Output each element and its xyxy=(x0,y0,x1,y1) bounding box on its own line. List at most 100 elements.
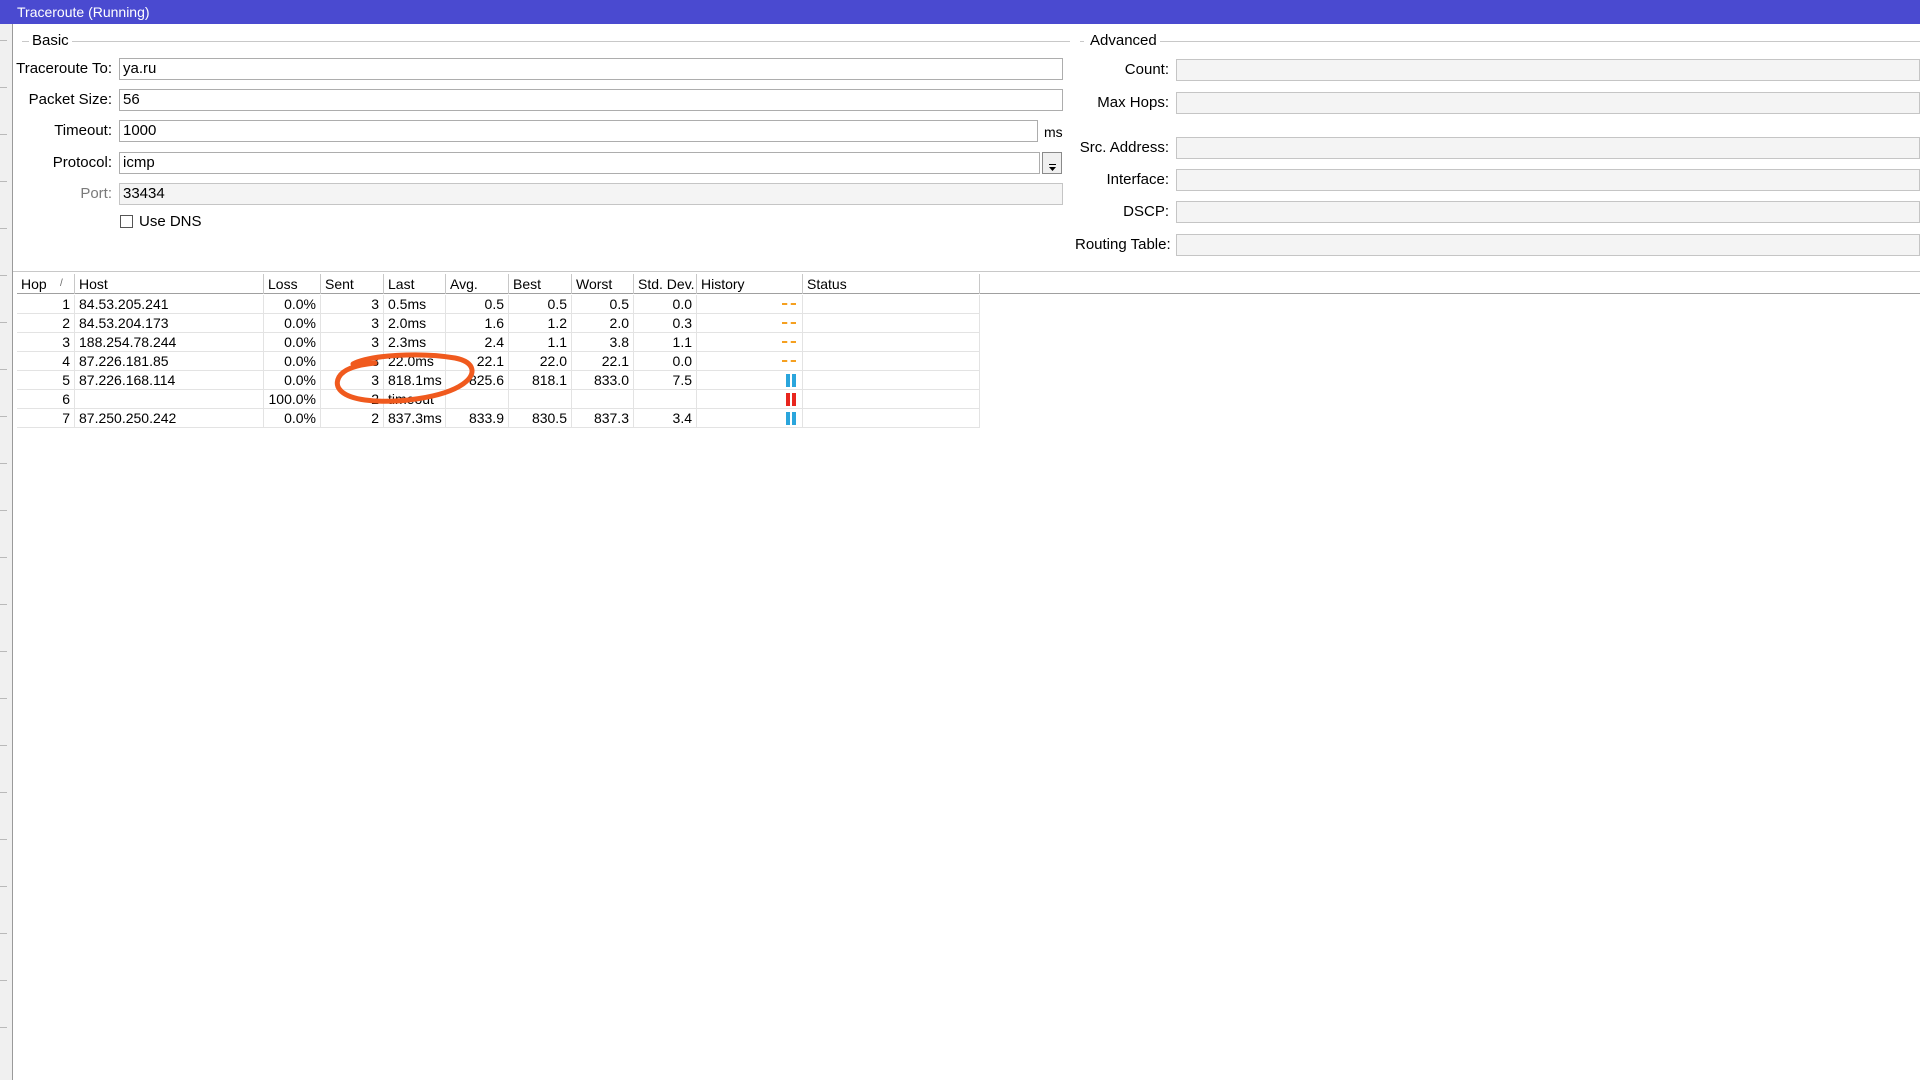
sort-indicator-icon: / xyxy=(60,278,63,289)
column-header-status[interactable]: Status xyxy=(803,274,980,294)
packet-size-input[interactable]: 56 xyxy=(119,89,1063,111)
table-row[interactable]: 3 188.254.78.244 0.0% 3 2.3ms 2.4 1.1 3.8 1.1 xyxy=(17,333,980,352)
window-title-bar: Traceroute (Running) xyxy=(0,0,1920,24)
cell-std-dev: 3.4 xyxy=(634,409,697,428)
cell-best: 1.1 xyxy=(509,333,572,352)
cell-status xyxy=(803,390,980,409)
protocol-dropdown-button[interactable] xyxy=(1042,152,1062,174)
timeout-label: Timeout: xyxy=(54,122,112,139)
routing-table-input[interactable] xyxy=(1176,234,1920,256)
strip-tick xyxy=(0,651,7,652)
cell-std-dev: 0.0 xyxy=(634,352,697,371)
strip-tick xyxy=(0,792,7,793)
cell-host: 188.254.78.244 xyxy=(75,333,264,352)
history-dash-mark xyxy=(782,303,796,305)
cell-host xyxy=(75,390,264,409)
history-bar-mark xyxy=(792,393,796,406)
table-row[interactable]: 6 100.0% 2 timeout xyxy=(17,390,980,409)
max-hops-input[interactable] xyxy=(1176,92,1920,114)
interface-input[interactable] xyxy=(1176,169,1920,191)
table-header: Hop / Host Loss Sent Last Avg. Best Wors… xyxy=(17,274,1920,294)
strip-tick xyxy=(0,87,7,88)
src-address-input[interactable] xyxy=(1176,137,1920,159)
dropdown-arrow-icon xyxy=(1048,159,1057,171)
table-row[interactable]: 1 84.53.205.241 0.0% 3 0.5ms 0.5 0.5 0.5 0.0 xyxy=(17,295,980,314)
cell-best: 818.1 xyxy=(509,371,572,390)
cell-hop: 5 xyxy=(17,371,75,390)
basic-group-line xyxy=(22,41,1070,42)
strip-tick xyxy=(0,510,7,511)
cell-worst: 0.5 xyxy=(572,295,634,314)
advanced-group-line-left xyxy=(1080,41,1084,42)
protocol-select[interactable]: icmp xyxy=(119,152,1040,174)
cell-avg: 833.9 xyxy=(446,409,509,428)
cell-sent: 3 xyxy=(321,314,384,333)
history-bar-mark xyxy=(786,374,790,387)
routing-table-label: Routing Table: xyxy=(1075,236,1171,253)
protocol-label: Protocol: xyxy=(52,154,112,171)
column-header-last[interactable]: Last xyxy=(384,274,446,294)
column-header-avg[interactable]: Avg. xyxy=(446,274,509,294)
cell-history xyxy=(697,333,803,352)
count-input[interactable] xyxy=(1176,59,1920,81)
history-dash-mark xyxy=(782,341,796,343)
cell-last: 0.5ms xyxy=(384,295,446,314)
column-header-history[interactable]: History xyxy=(697,274,803,294)
cell-status xyxy=(803,314,980,333)
cell-history xyxy=(697,390,803,409)
column-header-host[interactable]: Host xyxy=(75,274,264,294)
table-row[interactable]: 5 87.226.168.114 0.0% 3 818.1ms 825.6 818.1 833… xyxy=(17,371,980,390)
cell-host: 84.53.204.173 xyxy=(75,314,264,333)
cell-std-dev xyxy=(634,390,697,409)
strip-tick xyxy=(0,886,7,887)
cell-std-dev: 0.3 xyxy=(634,314,697,333)
cell-host: 87.226.181.85 xyxy=(75,352,264,371)
dscp-label: DSCP: xyxy=(1123,203,1169,220)
basic-group-label: Basic xyxy=(29,32,72,50)
strip-tick xyxy=(0,181,7,182)
interface-label: Interface: xyxy=(1106,171,1169,188)
left-edge-strip xyxy=(0,24,13,1080)
table-row[interactable]: 7 87.250.250.242 0.0% 2 837.3ms 833.9 830.5 837… xyxy=(17,409,980,428)
table-row[interactable]: 2 84.53.204.173 0.0% 3 2.0ms 1.6 1.2 2.0 0.3 xyxy=(17,314,980,333)
cell-hop: 4 xyxy=(17,352,75,371)
cell-sent: 2 xyxy=(321,409,384,428)
dscp-input[interactable] xyxy=(1176,201,1920,223)
history-bar-mark xyxy=(786,412,790,425)
strip-tick xyxy=(0,698,7,699)
column-header-std-dev[interactable]: Std. Dev. xyxy=(634,274,697,294)
table-row[interactable]: 4 87.226.181.85 0.0% 3 22.0ms 22.1 22.0 22.1 0.0 xyxy=(17,352,980,371)
advanced-group-label: Advanced xyxy=(1087,32,1160,50)
cell-host: 87.226.168.114 xyxy=(75,371,264,390)
strip-tick xyxy=(0,369,7,370)
strip-tick xyxy=(0,40,7,41)
count-label: Count: xyxy=(1124,61,1169,78)
src-address-label: Src. Address: xyxy=(1079,139,1169,156)
history-dash-mark xyxy=(782,360,796,362)
port-input[interactable]: 33434 xyxy=(119,183,1063,205)
cell-last: 2.0ms xyxy=(384,314,446,333)
grid-separator xyxy=(13,271,1920,272)
column-header-best[interactable]: Best xyxy=(509,274,572,294)
use-dns-label: Use DNS xyxy=(139,213,202,230)
column-header-loss[interactable]: Loss xyxy=(264,274,321,294)
strip-tick xyxy=(0,604,7,605)
strip-tick xyxy=(0,745,7,746)
strip-tick xyxy=(0,134,7,135)
strip-tick xyxy=(0,228,7,229)
column-header-worst[interactable]: Worst xyxy=(572,274,634,294)
advanced-group-line xyxy=(1158,41,1920,42)
traceroute-to-label: Traceroute To: xyxy=(16,60,112,77)
column-header-sent[interactable]: Sent xyxy=(321,274,384,294)
cell-best: 0.5 xyxy=(509,295,572,314)
cell-loss: 0.0% xyxy=(264,295,321,314)
timeout-input[interactable]: 1000 xyxy=(119,120,1038,142)
cell-best: 830.5 xyxy=(509,409,572,428)
use-dns-checkbox[interactable] xyxy=(120,215,133,228)
traceroute-to-input[interactable]: ya.ru xyxy=(119,58,1063,80)
strip-tick xyxy=(0,416,7,417)
cell-status xyxy=(803,295,980,314)
cell-status xyxy=(803,333,980,352)
column-header-hop[interactable]: Hop / xyxy=(17,274,75,294)
history-bar-mark xyxy=(792,412,796,425)
